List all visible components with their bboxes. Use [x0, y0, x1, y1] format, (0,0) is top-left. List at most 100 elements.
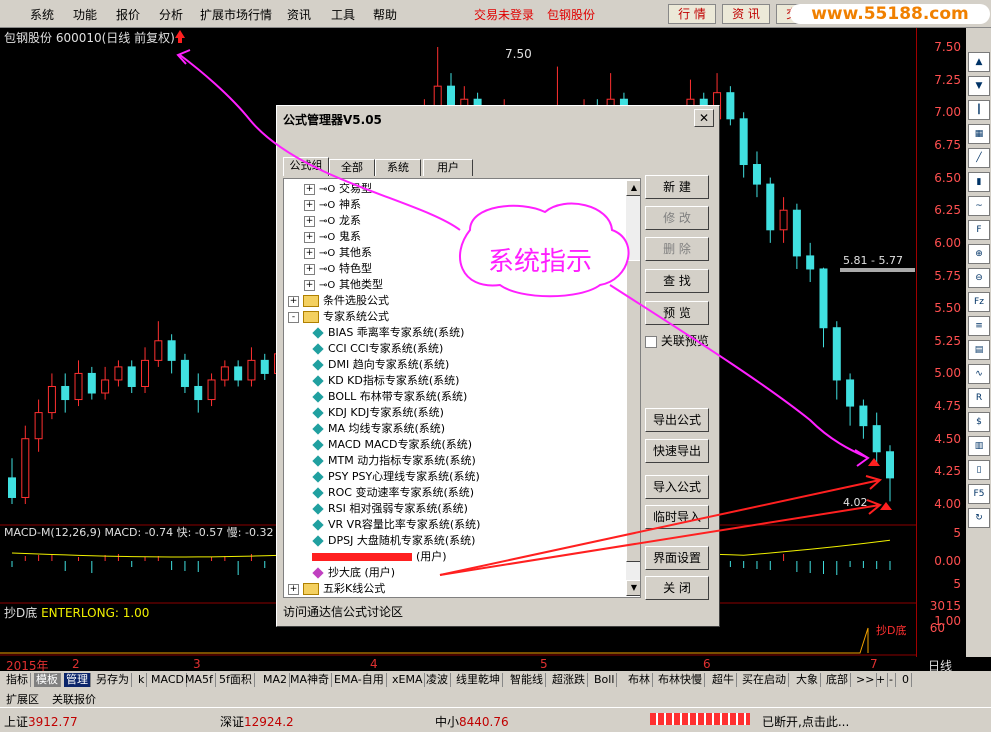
- forum-link[interactable]: 访问通达信公式讨论区: [283, 603, 403, 620]
- refresh-icon[interactable]: ↻: [968, 508, 990, 528]
- menu-help[interactable]: 帮助: [373, 6, 397, 23]
- indicator-tab[interactable]: 买在启动: [740, 673, 789, 687]
- zoom-out-icon[interactable]: ⊖: [968, 268, 990, 288]
- tree-row[interactable]: + 五彩K线公式: [288, 581, 385, 596]
- indicator-tab[interactable]: EMA-自用: [332, 673, 387, 687]
- preview-button[interactable]: 预 览: [645, 301, 709, 325]
- grid-icon[interactable]: ▦: [968, 124, 990, 144]
- tree-row[interactable]: MTM 动力指标专家系统(系统): [312, 453, 476, 468]
- new-button[interactable]: 新 建: [645, 175, 709, 199]
- tree-row[interactable]: ROC 变动速率专家系统(系统): [312, 485, 474, 500]
- tree-row[interactable]: + ⊸O 交易型: [304, 181, 372, 196]
- document-icon[interactable]: ▯: [968, 460, 990, 480]
- indicator-tab[interactable]: 布林快慢: [656, 673, 705, 687]
- menu-analysis[interactable]: 分析: [159, 6, 183, 23]
- kline-icon[interactable]: ┃: [968, 100, 990, 120]
- tree-row[interactable]: BIAS 乖离率专家系统(系统): [312, 325, 464, 340]
- ui-settings-button[interactable]: 界面设置: [645, 546, 709, 570]
- up-arrow-icon[interactable]: ▲: [968, 52, 990, 72]
- tree-row[interactable]: BOLL 布林带专家系统(系统): [312, 389, 467, 404]
- dollar-icon[interactable]: $: [968, 412, 990, 432]
- tree-row[interactable]: + ⊸O 其他类型: [304, 277, 383, 292]
- quote-button[interactable]: 行 情: [668, 4, 716, 24]
- indicator-tab[interactable]: MACD: [149, 673, 187, 687]
- indicator-tab[interactable]: MA神奇: [288, 673, 333, 687]
- tree-row[interactable]: - 专家系统公式: [288, 309, 389, 324]
- tree-scrollbar[interactable]: ▲ ▼: [626, 180, 640, 596]
- tab-linked-quote[interactable]: 关联报价: [52, 691, 96, 707]
- fiz-icon[interactable]: Fz: [968, 292, 990, 312]
- formula-tree[interactable]: + ⊸O 交易型 + ⊸O 神系 + ⊸O 龙系 + ⊸O 鬼系 + ⊸O 其他系 + ⊸O 特色型 + ⊸O 其他类型…: [283, 178, 641, 598]
- indicator-tab[interactable]: 5f面积: [217, 673, 255, 687]
- chart-icon[interactable]: ▤: [968, 340, 990, 360]
- indicator-tab[interactable]: MA5f: [183, 673, 216, 687]
- trend-icon[interactable]: ╱: [968, 148, 990, 168]
- expand-icon[interactable]: +: [304, 183, 315, 195]
- indicator-tab[interactable]: Boll: [592, 673, 618, 687]
- link-preview-checkbox[interactable]: 关联预览: [645, 332, 709, 349]
- tree-row[interactable]: + ⊸O 其他系: [304, 245, 372, 260]
- connection-status[interactable]: 已断开,点击此...: [762, 713, 849, 730]
- indicator-tab[interactable]: MA2: [261, 673, 291, 687]
- menu-quote[interactable]: 报价: [116, 6, 140, 23]
- scroll-down-icon[interactable]: ▼: [626, 580, 640, 596]
- export-formula-button[interactable]: 导出公式: [645, 408, 709, 432]
- expand-icon[interactable]: +: [288, 295, 299, 307]
- indicator-tab[interactable]: 管理: [64, 673, 91, 687]
- sh-index[interactable]: 上证3912.77: [4, 713, 78, 730]
- expand-icon[interactable]: +: [304, 215, 315, 227]
- indicator-tab[interactable]: 凌波: [424, 673, 451, 687]
- menu-tools[interactable]: 工具: [331, 6, 355, 23]
- menu-info[interactable]: 资讯: [287, 6, 311, 23]
- indicator-tab[interactable]: 指标: [4, 673, 31, 687]
- tree-row[interactable]: 抄大底 (用户): [312, 565, 395, 580]
- indicator-tab[interactable]: 另存为: [94, 673, 132, 687]
- indicator-tab[interactable]: 超牛: [710, 673, 737, 687]
- tab-extension-area[interactable]: 扩展区: [6, 691, 39, 707]
- info-button[interactable]: 资 讯: [722, 4, 770, 24]
- close-icon[interactable]: ✕: [694, 109, 714, 127]
- rsi-icon[interactable]: R: [968, 388, 990, 408]
- tree-row[interactable]: + ⊸O 鬼系: [304, 229, 361, 244]
- sz-index[interactable]: 深证12924.2: [220, 713, 294, 730]
- indicator-tab[interactable]: 底部: [824, 673, 851, 687]
- tree-row[interactable]: + ⊸O 神系: [304, 197, 361, 212]
- expand-icon[interactable]: -: [288, 311, 299, 323]
- down-arrow-icon[interactable]: ▼: [968, 76, 990, 96]
- tree-row[interactable]: (用户): [312, 549, 447, 564]
- dialog-titlebar[interactable]: 公式管理器V5.05 ✕: [277, 106, 719, 130]
- tree-row[interactable]: DMI 趋向专家系统(系统): [312, 357, 449, 372]
- expand-icon[interactable]: +: [288, 583, 299, 595]
- indicator-tab[interactable]: 线里乾坤: [454, 673, 503, 687]
- expand-icon[interactable]: +: [304, 231, 315, 243]
- list-icon[interactable]: ≡: [968, 316, 990, 336]
- tree-row[interactable]: + 条件选股公式: [288, 293, 389, 308]
- import-formula-button[interactable]: 导入公式: [645, 475, 709, 499]
- scroll-thumb[interactable]: [626, 260, 640, 562]
- indicator-tab[interactable]: 模板: [34, 673, 61, 687]
- zoom-in-icon[interactable]: ⊕: [968, 244, 990, 264]
- expand-icon[interactable]: +: [304, 199, 315, 211]
- indicator-tab[interactable]: 0: [900, 673, 912, 687]
- tree-row[interactable]: CCI CCI专家系统(系统): [312, 341, 443, 356]
- quick-export-button[interactable]: 快速导出: [645, 439, 709, 463]
- tab-user[interactable]: 用户: [423, 159, 473, 176]
- expand-icon[interactable]: +: [304, 279, 315, 291]
- indicator-tab[interactable]: 智能线: [508, 673, 546, 687]
- checkbox-box[interactable]: [645, 335, 657, 348]
- indicator-tab[interactable]: xEMA: [390, 673, 426, 687]
- find-button[interactable]: 查 找: [645, 269, 709, 293]
- tab-all[interactable]: 全部: [329, 159, 375, 176]
- tree-row[interactable]: PSY PSY心理线专家系统(系统): [312, 469, 480, 484]
- tree-row[interactable]: + ⊸O 龙系: [304, 213, 361, 228]
- tab-system[interactable]: 系统: [375, 159, 421, 176]
- tree-row[interactable]: + ⊸O 特色型: [304, 261, 372, 276]
- tree-row[interactable]: MACD MACD专家系统(系统): [312, 437, 472, 452]
- tree-row[interactable]: VR VR容量比率专家系统(系统): [312, 517, 480, 532]
- close-button[interactable]: 关 闭: [645, 576, 709, 600]
- scroll-up-icon[interactable]: ▲: [626, 180, 640, 196]
- delete-button[interactable]: 删 除: [645, 237, 709, 261]
- expand-icon[interactable]: +: [304, 247, 315, 259]
- tab-formula-group[interactable]: 公式组: [283, 157, 329, 176]
- temp-import-button[interactable]: 临时导入: [645, 505, 709, 529]
